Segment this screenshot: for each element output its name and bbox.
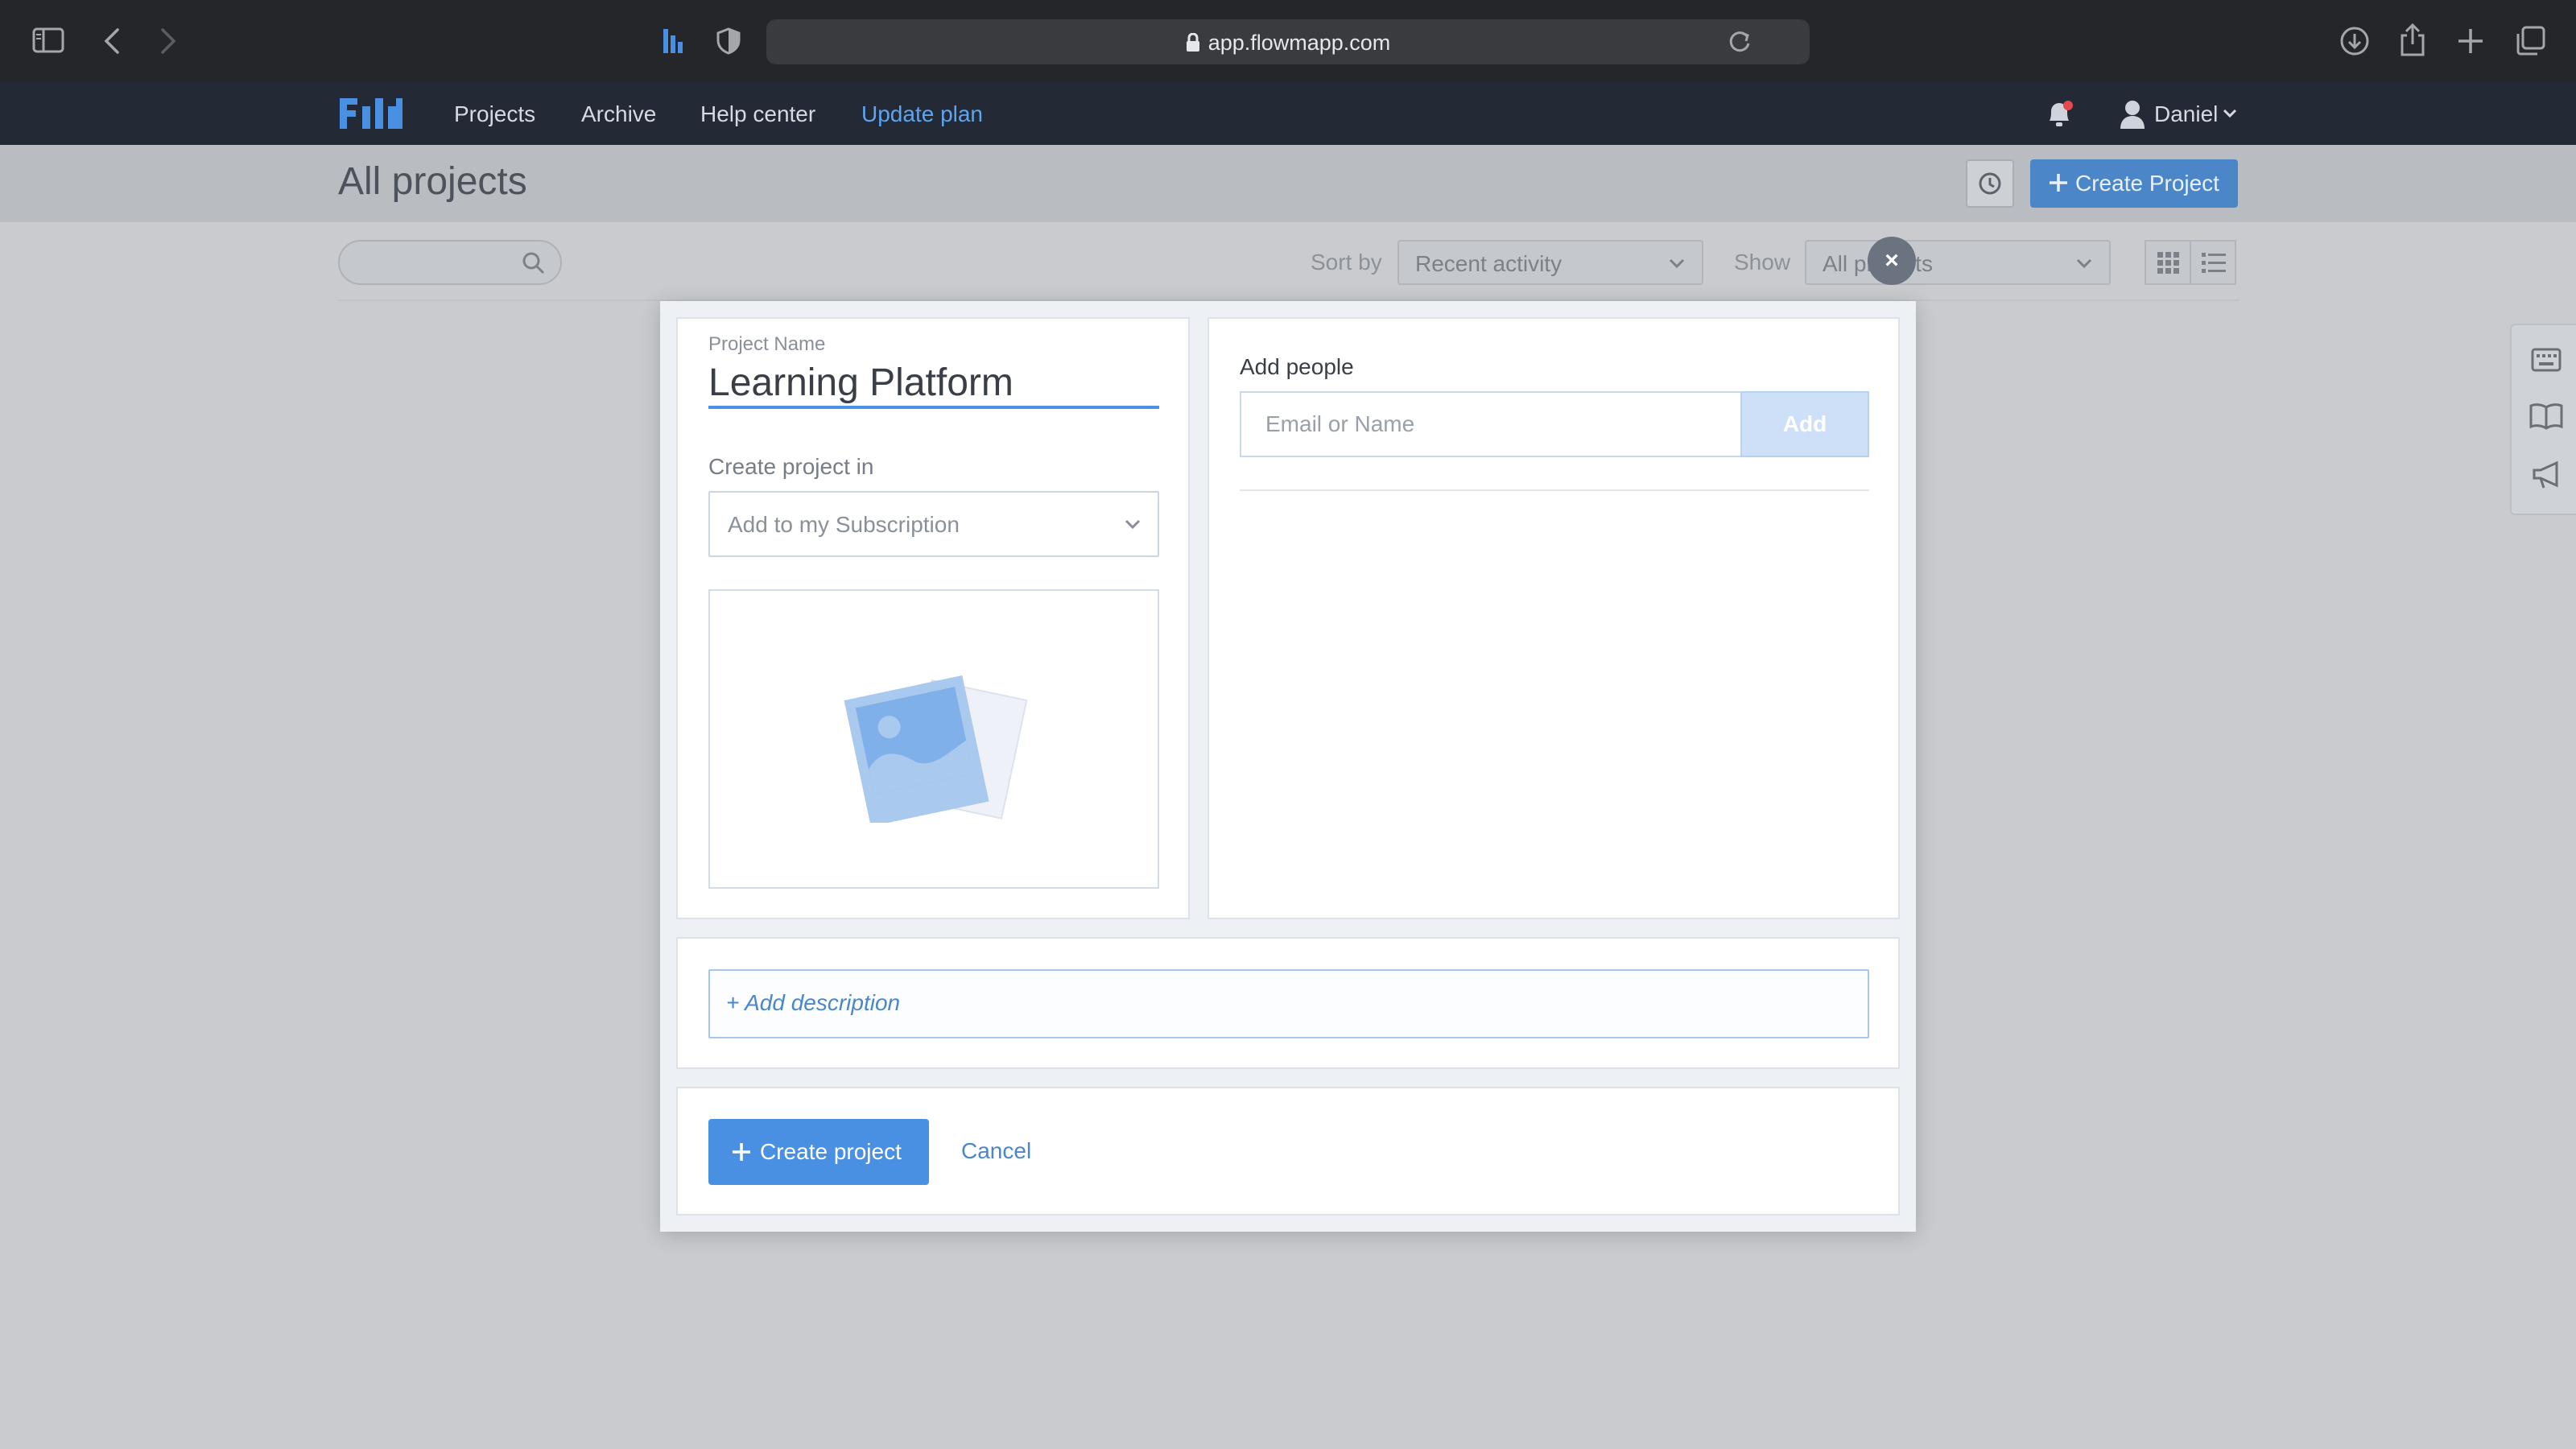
reload-icon[interactable] xyxy=(1728,29,1752,55)
bell-icon[interactable] xyxy=(2043,98,2075,130)
project-name-label: Project Name xyxy=(708,333,826,355)
chevron-down-icon xyxy=(1124,518,1141,530)
forward-icon[interactable] xyxy=(159,27,177,55)
browser-toolbar: app.flowmapp.com xyxy=(0,0,2576,82)
description-panel: + Add description xyxy=(676,937,1900,1069)
cancel-link[interactable]: Cancel xyxy=(961,1138,1031,1164)
search-input[interactable] xyxy=(338,240,562,285)
create-project-modal: Project Name Create project in Add to my… xyxy=(660,301,1916,1232)
close-modal-button[interactable]: × xyxy=(1868,237,1916,285)
list-view-button[interactable] xyxy=(2190,240,2236,285)
create-project-button[interactable]: Create project xyxy=(708,1119,929,1185)
create-project-label: Create project xyxy=(760,1139,902,1164)
plus-icon xyxy=(731,1141,752,1162)
add-person-button[interactable]: Add xyxy=(1740,391,1869,457)
chevron-down-icon xyxy=(2222,108,2238,119)
extension-icon[interactable] xyxy=(662,27,684,55)
user-name: Daniel xyxy=(2154,101,2219,126)
nav-update-plan[interactable]: Update plan xyxy=(861,101,983,127)
grid-view-button[interactable] xyxy=(2145,240,2191,285)
subscription-select[interactable]: Add to my Subscription xyxy=(708,491,1159,557)
nav-help-center[interactable]: Help center xyxy=(700,101,815,127)
page-title: All projects xyxy=(338,160,527,203)
show-select[interactable]: All projects xyxy=(1805,240,2111,285)
share-icon[interactable] xyxy=(2399,23,2426,56)
history-button[interactable] xyxy=(1966,159,2014,208)
url-text: app.flowmapp.com xyxy=(1208,31,1391,55)
back-icon[interactable] xyxy=(103,27,121,55)
email-or-name-input[interactable] xyxy=(1240,391,1742,457)
subscription-value: Add to my Subscription xyxy=(728,512,960,537)
modal-footer: Create project Cancel xyxy=(676,1087,1900,1216)
side-tools xyxy=(2510,324,2576,515)
url-field[interactable]: app.flowmapp.com xyxy=(766,31,1810,56)
address-bar[interactable]: app.flowmapp.com xyxy=(766,19,1810,64)
page-header: All projects Create Project xyxy=(0,145,2576,222)
download-icon[interactable] xyxy=(2339,26,2370,56)
tabs-icon[interactable] xyxy=(2515,26,2545,56)
project-name-input[interactable] xyxy=(708,359,1159,409)
list-view-icon xyxy=(2201,251,2227,275)
grid-view-icon xyxy=(2157,251,2181,275)
app-navbar: Projects Archive Help center Update plan… xyxy=(0,82,2576,145)
new-tab-icon[interactable] xyxy=(2457,27,2484,55)
nav-archive[interactable]: Archive xyxy=(581,101,656,127)
keyboard-icon[interactable] xyxy=(2531,348,2562,372)
sort-select[interactable]: Recent activity xyxy=(1397,240,1703,285)
shield-icon[interactable] xyxy=(716,27,741,55)
history-icon xyxy=(1977,171,2003,196)
add-people-label: Add people xyxy=(1240,354,1354,379)
sort-label: Sort by xyxy=(1311,250,1382,275)
create-project-header-button[interactable]: Create Project xyxy=(2030,159,2238,208)
create-in-label: Create project in xyxy=(708,454,874,479)
add-people-panel: Add people Add xyxy=(1208,317,1900,919)
plus-icon xyxy=(2048,172,2069,193)
search-icon xyxy=(522,251,546,275)
flowmapp-logo[interactable] xyxy=(338,95,404,132)
chevron-down-icon xyxy=(1668,258,1686,269)
add-description-field[interactable]: + Add description xyxy=(708,969,1869,1038)
book-icon[interactable] xyxy=(2529,402,2563,430)
chevron-down-icon xyxy=(2075,258,2093,269)
image-placeholder-icon xyxy=(831,665,1040,823)
add-description-label: + Add description xyxy=(726,990,901,1015)
project-cover-upload[interactable] xyxy=(708,589,1159,889)
close-icon: × xyxy=(1885,247,1899,274)
people-divider xyxy=(1240,489,1869,491)
user-icon xyxy=(2119,98,2146,130)
sidebar-icon[interactable] xyxy=(32,27,64,53)
sort-value: Recent activity xyxy=(1415,251,1563,276)
lock-icon xyxy=(1186,33,1200,52)
project-details-panel: Project Name Create project in Add to my… xyxy=(676,317,1190,919)
nav-projects[interactable]: Projects xyxy=(454,101,535,127)
create-project-header-label: Create Project xyxy=(2075,171,2219,196)
show-label: Show xyxy=(1734,250,1791,275)
megaphone-icon[interactable] xyxy=(2531,460,2562,489)
